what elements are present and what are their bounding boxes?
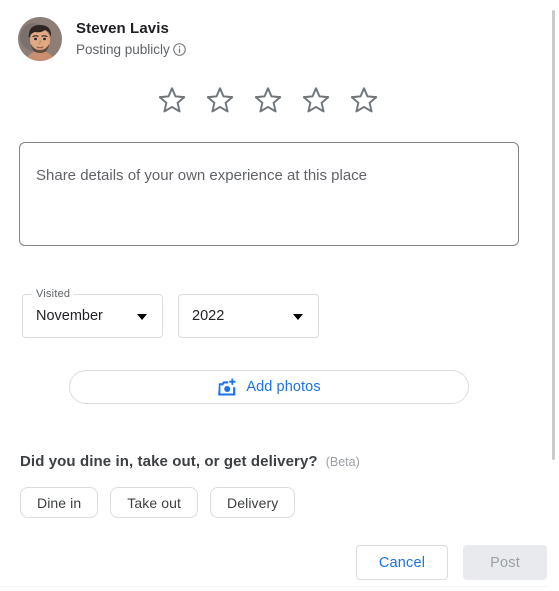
visited-month-value: November: [36, 308, 103, 324]
chip-take-out[interactable]: Take out: [110, 487, 199, 518]
avatar[interactable]: [18, 17, 62, 61]
dine-option-chips: Dine in Take out Delivery: [20, 487, 296, 518]
footer-divider: [0, 586, 559, 587]
dine-beta-badge: (Beta): [325, 455, 360, 469]
visited-year-select[interactable]: 2022: [178, 294, 319, 338]
scrollbar-track[interactable]: [547, 0, 559, 591]
add-photos-label: Add photos: [246, 379, 321, 395]
star-button-1[interactable]: [156, 84, 188, 116]
chevron-down-icon: [293, 314, 303, 320]
info-icon[interactable]: [172, 42, 187, 57]
post-button[interactable]: Post: [463, 545, 547, 580]
dialog-footer: Cancel Post: [355, 545, 547, 580]
review-text-box: [19, 142, 519, 246]
star-button-2[interactable]: [204, 84, 236, 116]
visited-date-row: Visited November 2022: [22, 288, 319, 338]
visited-legend: Visited: [32, 288, 75, 300]
cancel-button[interactable]: Cancel: [355, 545, 449, 580]
visited-month-select[interactable]: Visited November: [22, 288, 163, 338]
posting-visibility-label: Posting publicly: [76, 42, 170, 57]
author-text: Steven Lavis Posting publicly: [76, 20, 187, 58]
review-textarea[interactable]: [20, 143, 518, 245]
posting-visibility: Posting publicly: [76, 41, 187, 58]
visited-year-value: 2022: [192, 308, 225, 324]
star-button-4[interactable]: [300, 84, 332, 116]
dine-question-row: Did you dine in, take out, or get delive…: [20, 453, 360, 470]
star-rating: [156, 84, 380, 116]
dine-question-text: Did you dine in, take out, or get delive…: [20, 453, 318, 470]
write-review-dialog: Steven Lavis Posting publicly Share deta…: [0, 0, 559, 591]
camera-plus-icon: [218, 378, 236, 395]
chip-dine-in[interactable]: Dine in: [20, 487, 99, 518]
author-row: Steven Lavis Posting publicly: [18, 17, 187, 61]
scrollbar-thumb[interactable]: [552, 10, 555, 460]
star-button-3[interactable]: [252, 84, 284, 116]
star-button-5[interactable]: [348, 84, 380, 116]
chevron-down-icon: [137, 314, 147, 320]
chip-delivery[interactable]: Delivery: [210, 487, 296, 518]
author-name: Steven Lavis: [76, 20, 169, 37]
add-photos-button[interactable]: Add photos: [69, 370, 469, 404]
